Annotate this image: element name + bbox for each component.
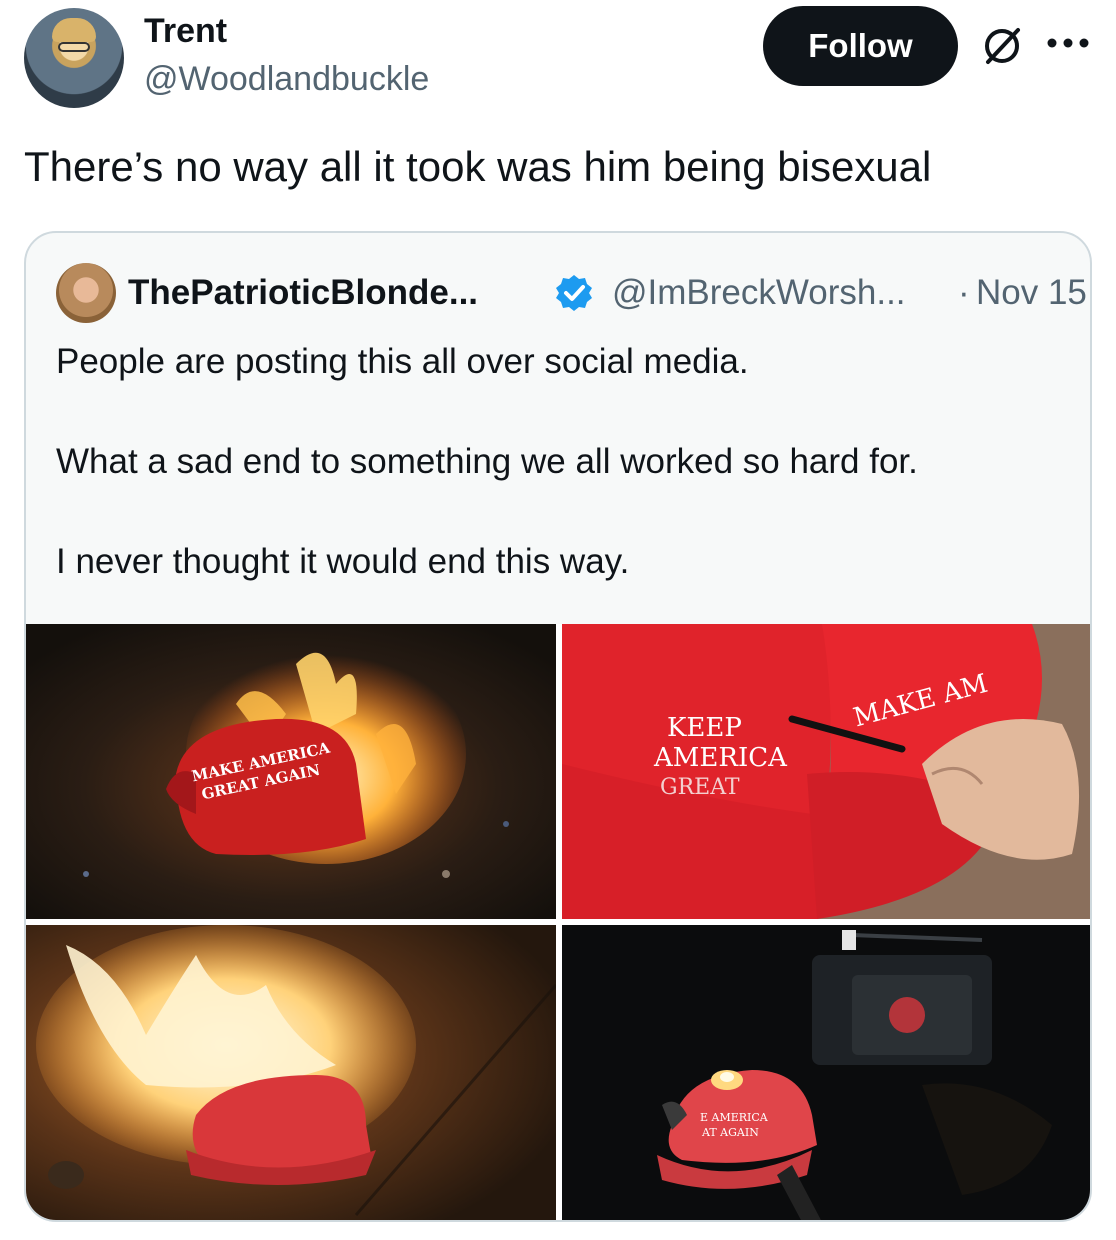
hat-text: KEEP: [667, 713, 742, 743]
quoted-tweet-text: People are posting this all over social …: [56, 337, 918, 587]
quoted-line: What a sad end to something we all worke…: [56, 442, 918, 481]
hat-text: E AMERICA: [700, 1111, 769, 1124]
quoted-line: People are posting this all over social …: [56, 342, 749, 381]
more-icon[interactable]: [1046, 30, 1090, 60]
quoted-line: I never thought it would end this way.: [56, 542, 630, 581]
hat-text: GREAT: [660, 775, 740, 800]
media-image-4[interactable]: E AMERICA AT AGAIN: [562, 925, 1090, 1220]
follow-button[interactable]: Follow: [763, 6, 958, 86]
quoted-author-handle[interactable]: @ImBreckWorsh...: [612, 273, 906, 313]
author-name[interactable]: Trent: [144, 12, 227, 51]
separator-dot: ·: [958, 273, 970, 312]
tweet-header: Trent @Woodlandbuckle Follow: [0, 0, 1116, 120]
quoted-author-name[interactable]: ThePatrioticBlonde...: [128, 273, 478, 313]
grok-icon[interactable]: [980, 24, 1024, 68]
author-handle[interactable]: @Woodlandbuckle: [144, 60, 429, 99]
verified-badge-icon: [554, 273, 594, 313]
quoted-author-avatar[interactable]: [56, 263, 116, 323]
quoted-tweet[interactable]: ThePatrioticBlonde... @ImBreckWorsh... ·…: [24, 231, 1092, 1222]
quoted-tweet-header: ThePatrioticBlonde... @ImBreckWorsh... ·…: [56, 263, 1087, 327]
quoted-tweet-date[interactable]: Nov 15: [976, 273, 1087, 313]
media-image-3[interactable]: [26, 925, 556, 1220]
media-image-2[interactable]: KEEP AMERICA GREAT MAKE AM: [562, 624, 1090, 919]
tweet-text: There’s no way all it took was him being…: [24, 143, 932, 190]
avatar-glasses: [58, 42, 90, 52]
media-grid: MAKE AMERICA GREAT AGAIN KEEP AMERICA GR…: [26, 624, 1090, 1220]
avatar-hair: [52, 18, 96, 42]
hat-text: AMERICA: [653, 743, 788, 773]
media-image-1[interactable]: MAKE AMERICA GREAT AGAIN: [26, 624, 556, 919]
author-avatar[interactable]: [24, 8, 124, 108]
hat-text: AT AGAIN: [701, 1126, 759, 1139]
